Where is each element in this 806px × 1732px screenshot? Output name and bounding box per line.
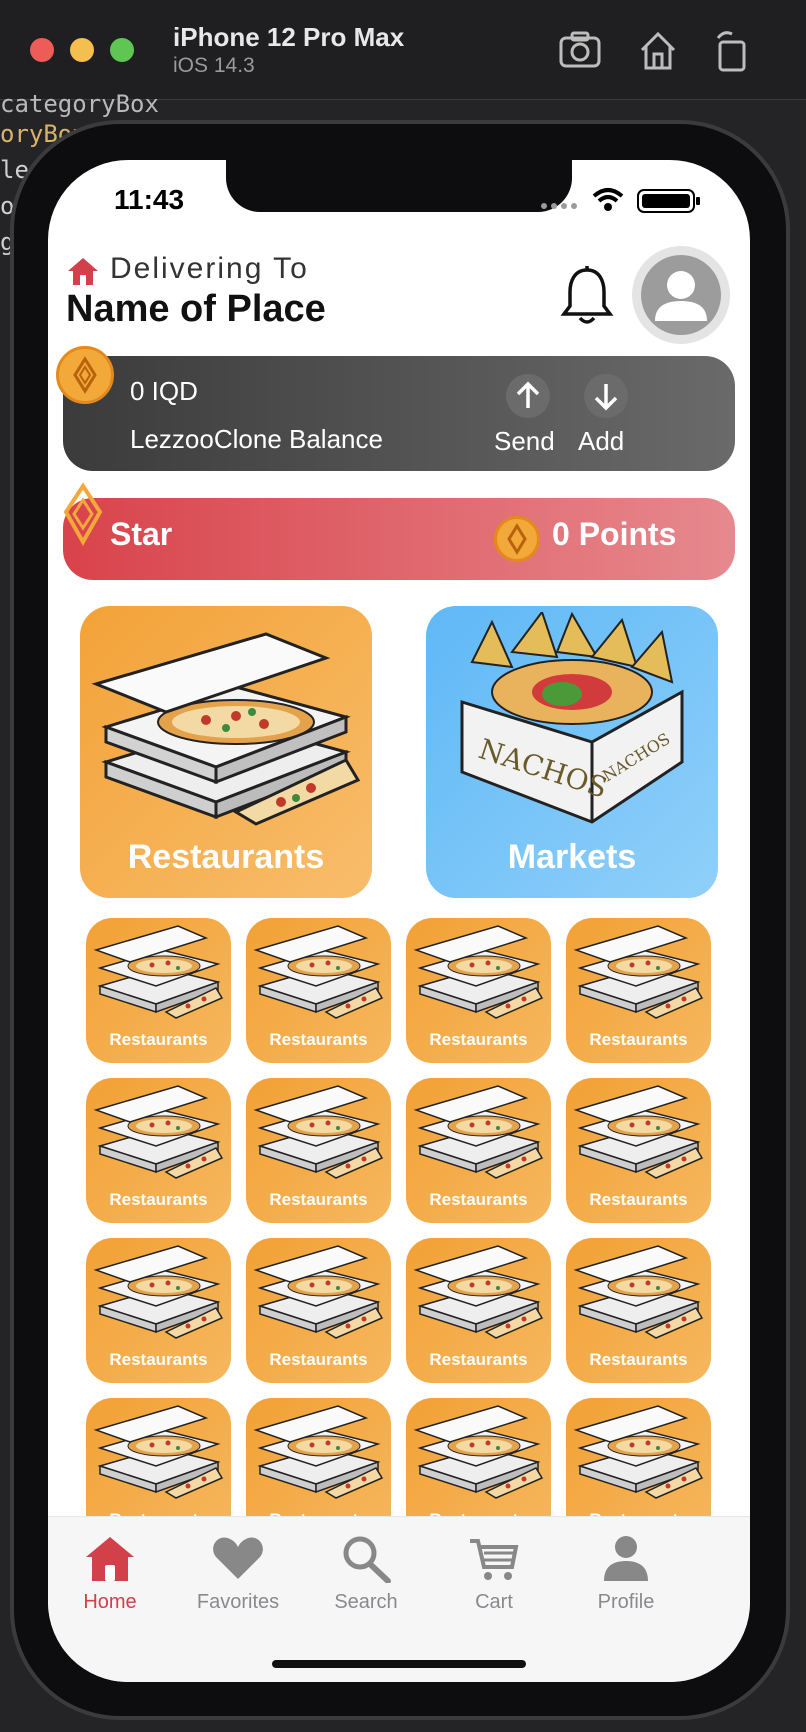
pizza-boxes-image — [93, 1085, 224, 1179]
status-bar-icons — [541, 188, 700, 213]
home-location-icon — [68, 258, 98, 285]
add-label[interactable]: Add — [578, 426, 624, 457]
place-name[interactable]: Name of Place — [66, 288, 326, 331]
restaurant-tile-label: Restaurants — [429, 1190, 528, 1209]
minimize-window-button[interactable] — [70, 38, 94, 62]
delivering-to-label: Delivering To — [110, 252, 309, 285]
tab-home-label: Home — [83, 1591, 137, 1613]
phone-notch — [226, 160, 572, 212]
pizza-boxes-image — [93, 1405, 224, 1499]
pizza-boxes-image — [573, 1085, 704, 1179]
restaurant-tile-label: Restaurants — [589, 1190, 688, 1209]
pizza-boxes-image — [253, 925, 384, 1019]
pizza-boxes-image — [253, 1085, 384, 1179]
cart-icon — [470, 1539, 519, 1580]
tab-home[interactable]: Home — [50, 1533, 170, 1614]
restaurant-tile[interactable]: Restaurants — [406, 918, 551, 1063]
tab-search[interactable]: Search — [306, 1533, 426, 1614]
send-button[interactable] — [506, 374, 550, 418]
rotate-icon[interactable] — [710, 28, 754, 72]
restaurant-tile[interactable]: Restaurants — [406, 1238, 551, 1383]
restaurant-tile-label: Restaurants — [269, 1030, 368, 1049]
tab-profile-label: Profile — [597, 1591, 655, 1613]
home-icon — [86, 1537, 134, 1581]
restaurant-tile-label: Restaurants — [109, 1190, 208, 1209]
restaurant-tile[interactable]: Restaurants — [246, 1078, 391, 1223]
balance-amount: 0 IQD — [130, 376, 198, 406]
restaurant-tile[interactable]: Restaurants — [246, 1238, 391, 1383]
simulator-os-version: iOS 14.3 — [173, 54, 255, 77]
pizza-boxes-image — [253, 1245, 384, 1339]
pizza-boxes-image — [93, 925, 224, 1019]
pizza-boxes-image — [93, 1245, 224, 1339]
coin-icon — [56, 346, 114, 404]
restaurant-tile[interactable]: Restaurants — [566, 1238, 711, 1383]
markets-category-label: Markets — [507, 838, 637, 876]
star-logo-icon — [63, 482, 103, 547]
restaurant-tile-label: Restaurants — [269, 1350, 368, 1369]
star-label: Star — [110, 516, 173, 552]
arrow-up-icon — [516, 381, 540, 408]
tab-search-label: Search — [334, 1591, 398, 1613]
add-button[interactable] — [584, 374, 628, 418]
home-indicator — [272, 1660, 526, 1668]
points-coin-icon — [494, 516, 540, 562]
restaurants-category-tile[interactable]: Restaurants — [80, 606, 372, 898]
tab-favorites[interactable]: Favorites — [178, 1533, 298, 1614]
restaurant-tile[interactable]: Restaurants — [566, 918, 711, 1063]
restaurant-tile-label: Restaurants — [429, 1350, 528, 1369]
close-window-button[interactable] — [30, 38, 54, 62]
restaurant-tile[interactable]: Restaurants — [406, 1078, 551, 1223]
tab-profile[interactable]: Profile — [566, 1533, 686, 1614]
status-time: 11:43 — [114, 184, 185, 215]
restaurant-tile-label: Restaurants — [269, 1190, 368, 1209]
search-icon — [343, 1536, 391, 1583]
screenshot-icon[interactable] — [558, 28, 602, 72]
zoom-window-button[interactable] — [110, 38, 134, 62]
heart-icon — [213, 1537, 263, 1579]
pizza-boxes-image — [413, 925, 544, 1019]
restaurants-category-label: Restaurants — [127, 838, 325, 876]
restaurant-tile-label: Restaurants — [429, 1030, 528, 1049]
person-icon — [604, 1536, 648, 1581]
restaurant-tile[interactable]: Restaurants — [86, 918, 231, 1063]
pizza-boxes-image — [413, 1085, 544, 1179]
restaurant-tile[interactable]: Restaurants — [246, 918, 391, 1063]
tab-favorites-label: Favorites — [196, 1591, 280, 1613]
app-screen: 11:43 Delivering To Name of Place 0 IQD … — [48, 160, 750, 1682]
tab-cart-label: Cart — [475, 1591, 513, 1613]
tab-bar: Home Favorites Search Cart Profile — [48, 1516, 750, 1682]
avatar[interactable] — [632, 246, 730, 344]
pizza-boxes-image — [413, 1245, 544, 1339]
restaurant-tile[interactable]: Restaurants — [86, 1238, 231, 1383]
simulator-device-name: iPhone 12 Pro Max — [173, 22, 405, 52]
pizza-boxes-image — [573, 1245, 704, 1339]
restaurant-tile-label: Restaurants — [109, 1350, 208, 1369]
tab-cart[interactable]: Cart — [434, 1533, 554, 1614]
restaurant-tile[interactable]: Restaurants — [86, 1078, 231, 1223]
pizza-boxes-image — [91, 632, 361, 826]
balance-label: LezzooClone Balance — [130, 424, 383, 454]
simulator-toolbar: iPhone 12 Pro Max iOS 14.3 — [0, 0, 806, 100]
restaurant-tile-label: Restaurants — [109, 1030, 208, 1049]
points-value: 0 Points — [552, 516, 677, 552]
send-label[interactable]: Send — [494, 426, 555, 457]
pizza-boxes-image — [573, 1405, 704, 1499]
restaurant-tile-label: Restaurants — [589, 1350, 688, 1369]
person-icon — [655, 271, 707, 321]
bell-icon[interactable] — [558, 264, 616, 326]
arrow-down-icon — [594, 384, 618, 411]
restaurant-tile-label: Restaurants — [589, 1030, 688, 1049]
home-button-icon[interactable] — [636, 28, 680, 72]
pizza-boxes-image — [413, 1405, 544, 1499]
pizza-boxes-image — [253, 1405, 384, 1499]
nachos-image: NACHOS NACHOS — [460, 612, 684, 824]
restaurant-tile[interactable]: Restaurants — [566, 1078, 711, 1223]
pizza-boxes-image — [573, 925, 704, 1019]
markets-category-tile[interactable]: NACHOS NACHOS Markets — [426, 606, 718, 898]
